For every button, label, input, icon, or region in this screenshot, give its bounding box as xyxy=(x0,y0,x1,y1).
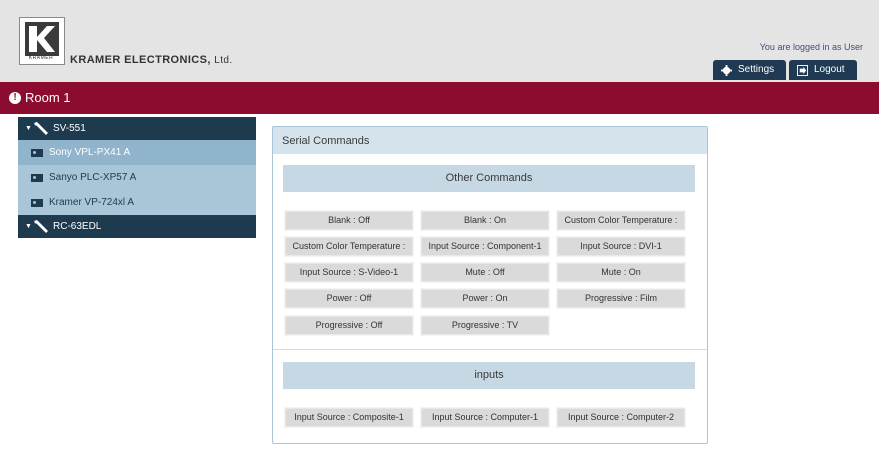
command-button[interactable]: Progressive : Film xyxy=(557,289,685,308)
serial-commands-panel: Serial Commands Other Commands Blank : O… xyxy=(272,126,708,444)
command-button[interactable]: Input Source : Component-1 xyxy=(421,237,549,256)
info-icon: ! xyxy=(9,92,21,104)
command-button[interactable]: Progressive : Off xyxy=(285,316,413,335)
command-button[interactable]: Progressive : TV xyxy=(421,316,549,335)
projector-icon xyxy=(31,149,43,157)
command-button[interactable]: Input Source : DVI-1 xyxy=(557,237,685,256)
command-button[interactable]: Power : On xyxy=(421,289,549,308)
remote-icon xyxy=(34,122,48,135)
logo-text: KRAMER xyxy=(28,55,54,61)
expand-arrow-icon: ▼ xyxy=(25,125,32,132)
panel-header: Serial Commands xyxy=(273,127,707,154)
sidebar-group-label: RC-63EDL xyxy=(53,221,102,232)
command-button[interactable]: Custom Color Temperature : xyxy=(557,211,685,230)
expand-arrow-icon: ▼ xyxy=(25,223,32,230)
panel-title: Serial Commands xyxy=(282,135,370,147)
input-button[interactable]: Input Source : Computer-2 xyxy=(557,408,685,427)
sidebar-item-sanyo[interactable]: Sanyo PLC-XP57 A xyxy=(18,165,256,190)
logout-label: Logout xyxy=(814,64,845,75)
sidebar-group-rc-63edl[interactable]: ▼ RC-63EDL xyxy=(18,215,256,238)
settings-label: Settings xyxy=(738,64,775,75)
room-title: Room 1 xyxy=(25,90,71,105)
header: KRAMER KRAMER ELECTRONICS, Ltd. You are … xyxy=(0,0,879,82)
command-button[interactable]: Input Source : S-Video-1 xyxy=(285,263,413,282)
sidebar-item-label: Kramer VP-724xl A xyxy=(49,197,135,208)
settings-button[interactable]: Settings xyxy=(713,60,786,80)
command-button[interactable]: Mute : On xyxy=(557,263,685,282)
section-divider xyxy=(273,349,707,350)
logout-button[interactable]: Logout xyxy=(789,60,857,80)
input-button[interactable]: Input Source : Computer-1 xyxy=(421,408,549,427)
input-button[interactable]: Input Source : Composite-1 xyxy=(285,408,413,427)
device-sidebar: ▼ SV-551 Sony VPL-PX41 A Sanyo PLC-XP57 … xyxy=(18,117,256,238)
projector-icon xyxy=(31,199,43,207)
command-button[interactable]: Blank : Off xyxy=(285,211,413,230)
sidebar-group-sv-551[interactable]: ▼ SV-551 xyxy=(18,117,256,140)
command-button[interactable]: Power : Off xyxy=(285,289,413,308)
projector-icon xyxy=(31,174,43,182)
login-status: You are logged in as User xyxy=(759,42,863,52)
command-button[interactable]: Custom Color Temperature : xyxy=(285,237,413,256)
sidebar-item-label: Sanyo PLC-XP57 A xyxy=(49,172,137,183)
room-bar: ! Room 1 xyxy=(0,82,879,114)
logout-icon xyxy=(797,65,808,76)
company-name: KRAMER ELECTRONICS, Ltd. xyxy=(70,54,233,66)
sidebar-item-sony[interactable]: Sony VPL-PX41 A xyxy=(18,140,256,165)
sidebar-item-label: Sony VPL-PX41 A xyxy=(49,147,131,158)
inputs-header: inputs xyxy=(283,362,695,389)
remote-icon xyxy=(34,220,48,233)
command-button[interactable]: Mute : Off xyxy=(421,263,549,282)
command-button[interactable]: Blank : On xyxy=(421,211,549,230)
sidebar-item-kramer[interactable]: Kramer VP-724xl A xyxy=(18,190,256,215)
sidebar-group-label: SV-551 xyxy=(53,123,86,134)
gear-icon xyxy=(721,65,732,76)
other-commands-header: Other Commands xyxy=(283,165,695,192)
